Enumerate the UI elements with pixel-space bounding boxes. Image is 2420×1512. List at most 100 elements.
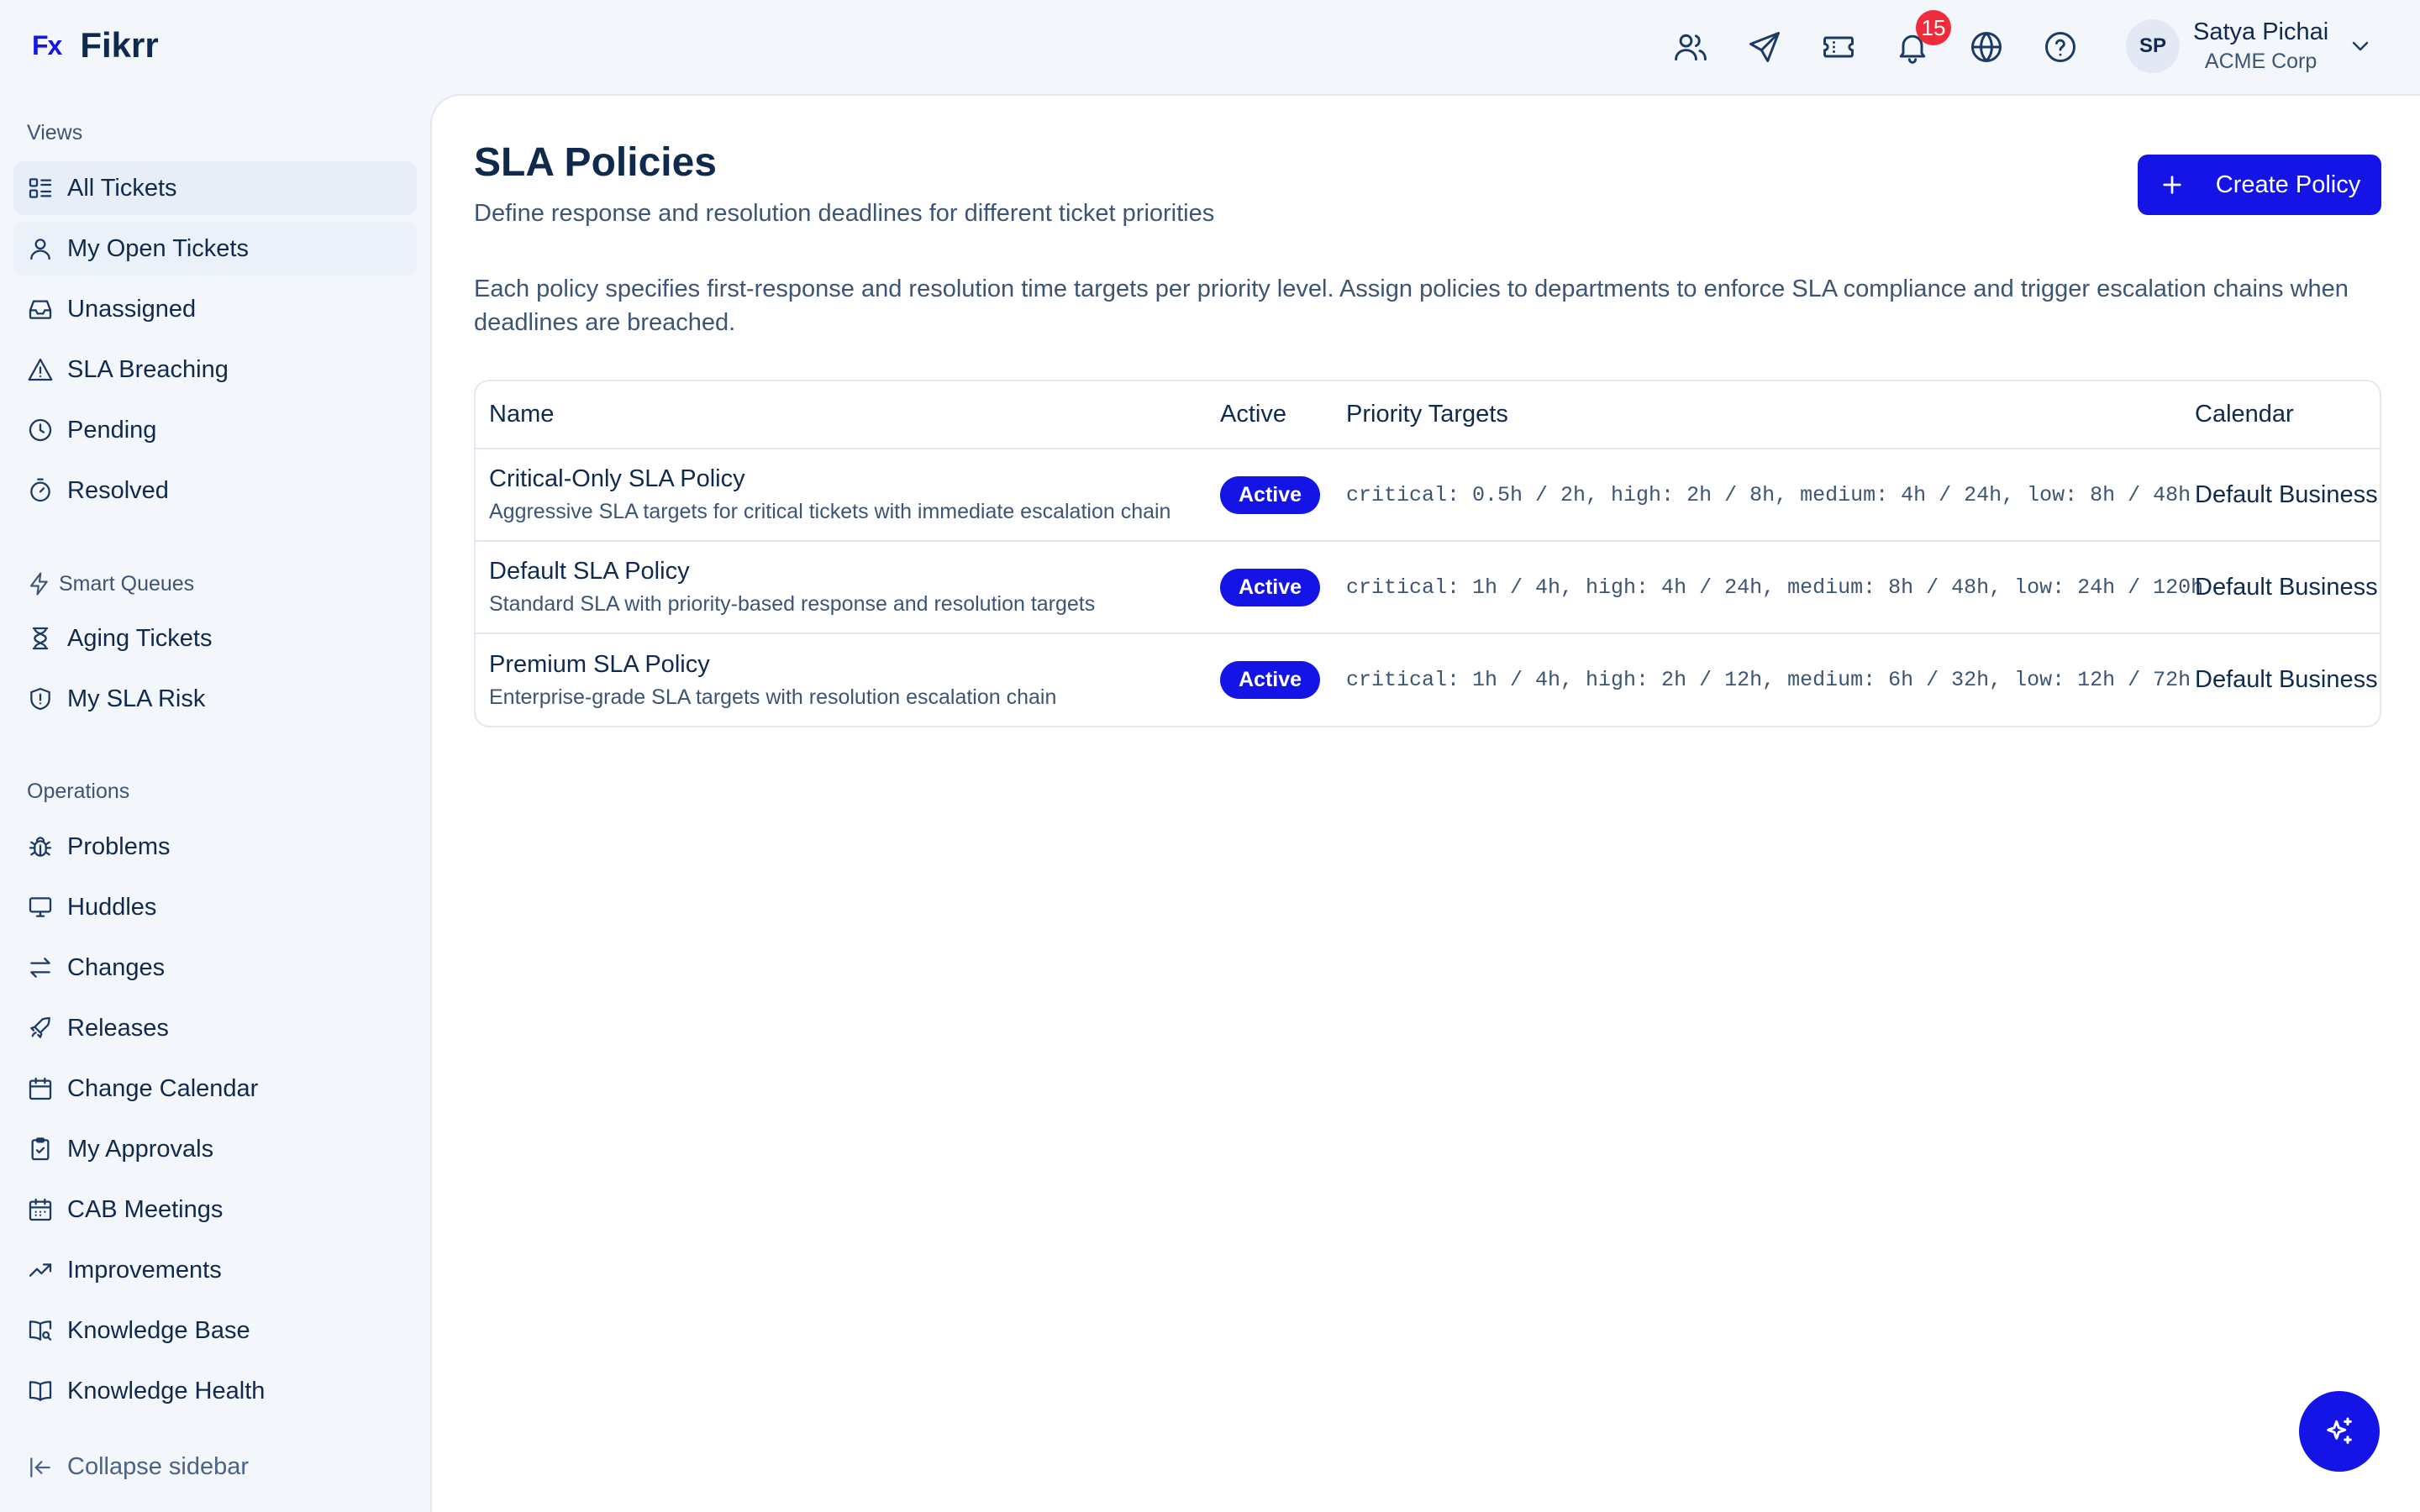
book-search-icon [29, 1320, 52, 1341]
clipboard-check-icon [31, 1137, 50, 1161]
rocket-icon [30, 1016, 50, 1038]
calendar-cell: Default Business [2181, 449, 2380, 542]
priority-targets: critical: 0.5h / 2h, high: 2h / 8h, medi… [1346, 482, 2191, 507]
calendar-icon [29, 1077, 52, 1100]
notification-badge: 15 [1916, 10, 1951, 45]
priority-targets: critical: 1h / 4h, high: 4h / 24h, mediu… [1346, 575, 2204, 600]
clock-icon [29, 418, 52, 442]
targets-cell: critical: 1h / 4h, high: 2h / 12h, mediu… [1333, 633, 2191, 726]
inbox-icon [29, 300, 52, 319]
users-icon[interactable] [1672, 29, 1709, 66]
policy-name[interactable]: Premium SLA Policy [489, 651, 1207, 679]
sidebar-item-label: My SLA Risk [67, 685, 206, 712]
column-header-active[interactable]: Active [1207, 381, 1333, 449]
sidebar-item-improvements[interactable]: Improvements [13, 1243, 417, 1297]
column-header-calendar[interactable]: Calendar [2181, 381, 2380, 449]
hourglass-icon [32, 627, 49, 650]
policy-cell: Default SLA Policy Standard SLA with pri… [476, 541, 1207, 634]
sla-policies-table: Name Active Priority Targets Calendar Cr… [474, 380, 2381, 727]
calendar-cell: Default Business [2181, 633, 2380, 726]
sidebar-item-huddles[interactable]: Huddles [13, 880, 417, 934]
user-org: ACME Corp [2204, 50, 2317, 73]
page-subtitle: Define response and resolution deadlines… [474, 200, 1215, 227]
sparkles-icon [2327, 1417, 2352, 1444]
arrows-swap-icon [30, 958, 50, 978]
user-info: Satya Pichai ACME Corp [2193, 18, 2328, 74]
sidebar-item-pending[interactable]: Pending [13, 403, 417, 457]
bug-icon [29, 837, 52, 857]
priority-targets: critical: 1h / 4h, high: 2h / 12h, mediu… [1346, 668, 2191, 692]
avatar: SP [2126, 19, 2180, 73]
sidebar-item-label: My Approvals [67, 1135, 214, 1163]
sidebar-item-knowledge-base[interactable]: Knowledge Base [13, 1304, 417, 1357]
create-policy-label: Create Policy [2215, 171, 2361, 198]
logo-text: Fikrr [80, 25, 159, 65]
sidebar-item-sla-breaching[interactable]: SLA Breaching [13, 343, 417, 396]
list-icon [29, 178, 52, 198]
calendar-name: Default Business [2195, 480, 2378, 508]
calendar-cell: Default Business [2181, 541, 2380, 634]
sidebar-item-label: Resolved [67, 476, 169, 504]
app-logo[interactable]: Fx Fikrr [32, 25, 159, 66]
column-header-priority-targets[interactable]: Priority Targets [1333, 381, 2181, 449]
ai-assistant-button[interactable] [2299, 1391, 2380, 1472]
sidebar-item-knowledge-health[interactable]: Knowledge Health [13, 1364, 417, 1418]
send-icon[interactable] [1746, 29, 1783, 66]
section-label-text: Smart Queues [59, 571, 195, 596]
policy-name[interactable]: Default SLA Policy [489, 558, 1207, 585]
table-row[interactable]: Critical-Only SLA Policy Aggressive SLA … [476, 449, 2380, 542]
sidebar-item-my-approvals[interactable]: My Approvals [13, 1122, 417, 1176]
sidebar-item-change-calendar[interactable]: Change Calendar [13, 1062, 417, 1116]
sidebar-item-label: Releases [67, 1014, 169, 1042]
sidebar-item-my-open-tickets[interactable]: My Open Tickets [13, 222, 417, 276]
table-row[interactable]: Premium SLA Policy Enterprise-grade SLA … [476, 633, 2380, 726]
sidebar-item-problems[interactable]: Problems [13, 820, 417, 874]
active-cell: Active [1207, 633, 1333, 726]
ticket-icon[interactable] [1820, 29, 1857, 66]
page-title: SLA Policies [474, 140, 717, 185]
section-label-views: Views [27, 121, 83, 144]
sidebar-item-label: Change Calendar [67, 1074, 259, 1102]
user-icon [30, 239, 50, 260]
sidebar-item-my-sla-risk[interactable]: My SLA Risk [13, 672, 417, 726]
targets-cell: critical: 1h / 4h, high: 4h / 24h, mediu… [1333, 541, 2203, 634]
sidebar-item-label: My Open Tickets [67, 234, 249, 262]
sidebar-item-unassigned[interactable]: Unassigned [13, 282, 417, 336]
alert-triangle-icon [28, 358, 53, 381]
chevron-down-icon[interactable] [2347, 33, 2374, 60]
trending-up-icon [29, 1263, 52, 1277]
create-policy-button[interactable]: Create Policy [2138, 155, 2381, 215]
status-badge: Active [1220, 568, 1321, 606]
column-header-name[interactable]: Name [476, 381, 1207, 449]
help-icon[interactable] [2042, 29, 2079, 66]
sidebar: Views All Tickets My Open Tickets Unassi… [0, 94, 430, 1512]
policy-cell: Critical-Only SLA Policy Aggressive SLA … [476, 449, 1207, 542]
active-cell: Active [1207, 449, 1333, 542]
calendar-name: Default Business [2195, 666, 2378, 693]
sidebar-item-cab-meetings[interactable]: CAB Meetings [13, 1183, 417, 1236]
timer-icon [30, 478, 50, 502]
table-row[interactable]: Default SLA Policy Standard SLA with pri… [476, 541, 2380, 634]
sidebar-item-label: Knowledge Base [67, 1316, 250, 1344]
sidebar-item-label: Aging Tickets [67, 624, 213, 652]
sidebar-item-label: Huddles [67, 893, 157, 921]
plus-icon [2163, 176, 2181, 194]
collapse-sidebar-button[interactable]: Collapse sidebar [27, 1453, 249, 1481]
sidebar-item-label: All Tickets [67, 174, 177, 202]
globe-icon[interactable] [1968, 29, 2005, 66]
sidebar-item-releases[interactable]: Releases [13, 1001, 417, 1055]
targets-cell: critical: 0.5h / 2h, high: 2h / 8h, medi… [1333, 449, 2191, 542]
policy-name[interactable]: Critical-Only SLA Policy [489, 465, 1207, 493]
sidebar-item-resolved[interactable]: Resolved [13, 464, 417, 517]
user-menu[interactable]: SP Satya Pichai ACME Corp [2126, 18, 2374, 74]
section-label-operations: Operations [27, 780, 130, 803]
calendar-name: Default Business [2195, 573, 2378, 601]
sidebar-item-label: Knowledge Health [67, 1377, 266, 1404]
sidebar-item-aging-tickets[interactable]: Aging Tickets [13, 612, 417, 665]
sidebar-item-label: Pending [67, 416, 157, 444]
sidebar-item-changes[interactable]: Changes [13, 941, 417, 995]
sidebar-item-all-tickets[interactable]: All Tickets [13, 161, 417, 215]
book-open-icon [29, 1381, 52, 1401]
calendar-grid-icon [29, 1198, 52, 1221]
section-label-smart-queues: Smart Queues [27, 571, 194, 596]
